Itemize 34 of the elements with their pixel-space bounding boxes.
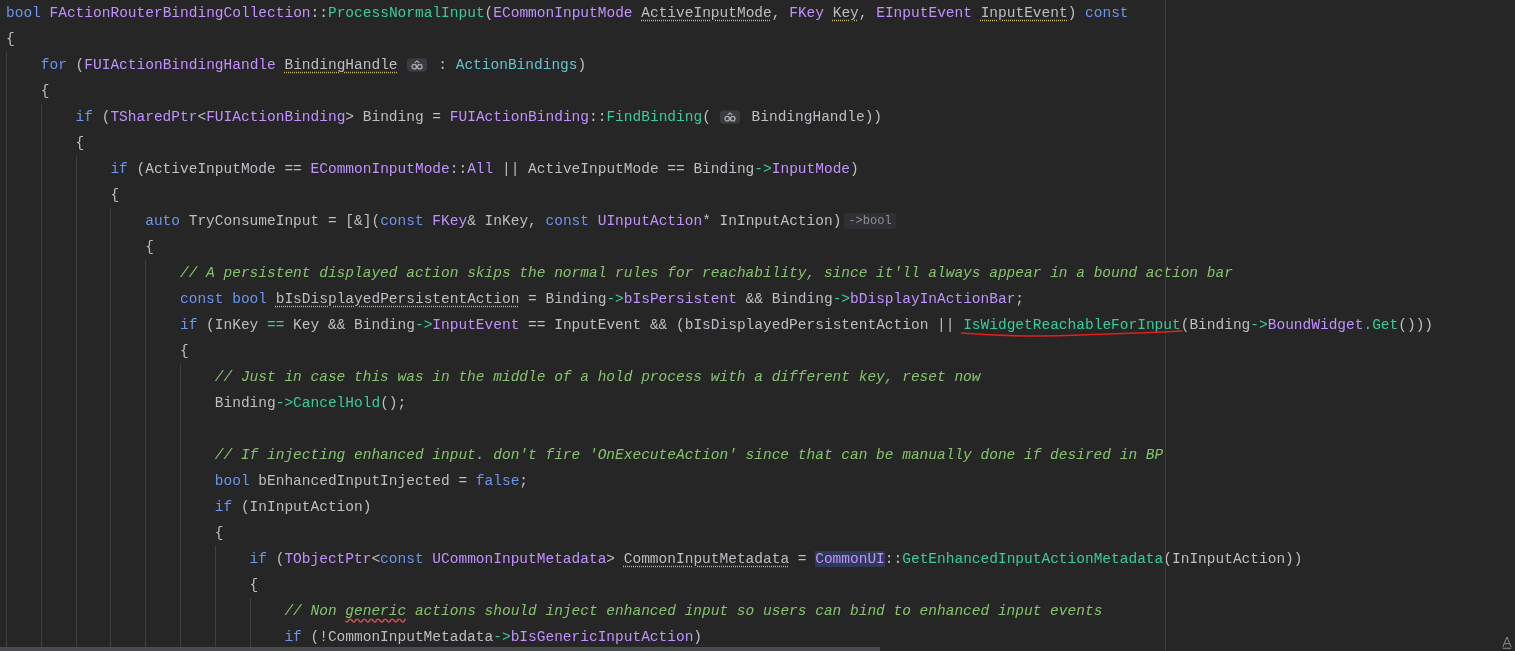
code-text: auto TryConsumeInput = [&](const FKey& InKey, const UInputAction* InInputAction)	[145, 212, 842, 231]
code-text: {	[40, 82, 50, 101]
code-text: IsWidgetReachableForInput	[963, 317, 1181, 333]
horizontal-scrollbar[interactable]	[0, 647, 880, 651]
code-text: if (!CommonInputMetadata->bIsGenericInputAction)	[284, 628, 703, 647]
code-text: if (InInputAction)	[214, 498, 372, 517]
code-text: BindingHandle))	[750, 108, 883, 127]
code-text: const bool bIsDisplayedPersistentAction = Binding->bIsPersistent && Binding->bDisplayInActionBar;	[180, 290, 1025, 309]
font-icon[interactable]	[1502, 635, 1512, 649]
code-comment: // Non generic actions should inject enhanced input so users can bind to enhanced input events	[284, 602, 1103, 621]
code-text: for (FUIActionBindingHandle BindingHandle	[40, 56, 398, 75]
code-text: bool FActionRouterBindingCollection::ProcessNormalInput(ECommonInputMode ActiveInputMode, FKey Key, EInputEvent InputEvent) const	[6, 4, 1129, 23]
code-text: : ActionBindings)	[437, 56, 587, 75]
type-hint: ->bool	[844, 213, 896, 229]
code-comment: // If injecting enhanced input. don't fire 'OnExecuteAction' since that can be manually done if desired in BP	[214, 446, 1164, 465]
code-text: bool bEnhancedInputInjected = false;	[214, 472, 529, 491]
code-text: {	[75, 134, 85, 153]
code-text: {	[249, 576, 259, 595]
code-text: {	[6, 30, 15, 49]
code-comment: // Just in case this was in the middle of a hold process with a different key, reset now	[214, 368, 981, 387]
code-text: if (TSharedPtr<FUIActionBinding> Binding = FUIActionBinding::FindBinding(	[75, 108, 711, 127]
parameter-hint-icon[interactable]	[719, 110, 740, 124]
code-text: {	[145, 238, 154, 257]
code-text: {	[180, 342, 189, 361]
code-text: (Binding->BoundWidget.Get()))	[1180, 316, 1434, 335]
parameter-hint-icon[interactable]	[406, 58, 427, 72]
code-text: if (ActiveInputMode == ECommonInputMode::All || ActiveInputMode == Binding->InputMode)	[110, 160, 859, 179]
code-text: if (TObjectPtr<const UCommonInputMetadata> CommonInputMetadata = CommonUI::GetEnhancedInputActionMetadata(InInputAction))	[249, 550, 1303, 569]
code-text: {	[110, 186, 120, 205]
code-comment: // A persistent displayed action skips the normal rules for reachability, since it'll always appear in a bound action bar	[180, 264, 1233, 283]
code-editor[interactable]	[0, 0, 1515, 651]
code-text: {	[214, 524, 224, 543]
code-text: if (InKey == Key && Binding->InputEvent == InputEvent && (bIsDisplayedPersistentAction ||	[180, 316, 956, 335]
code-text: Binding->CancelHold();	[214, 394, 407, 413]
